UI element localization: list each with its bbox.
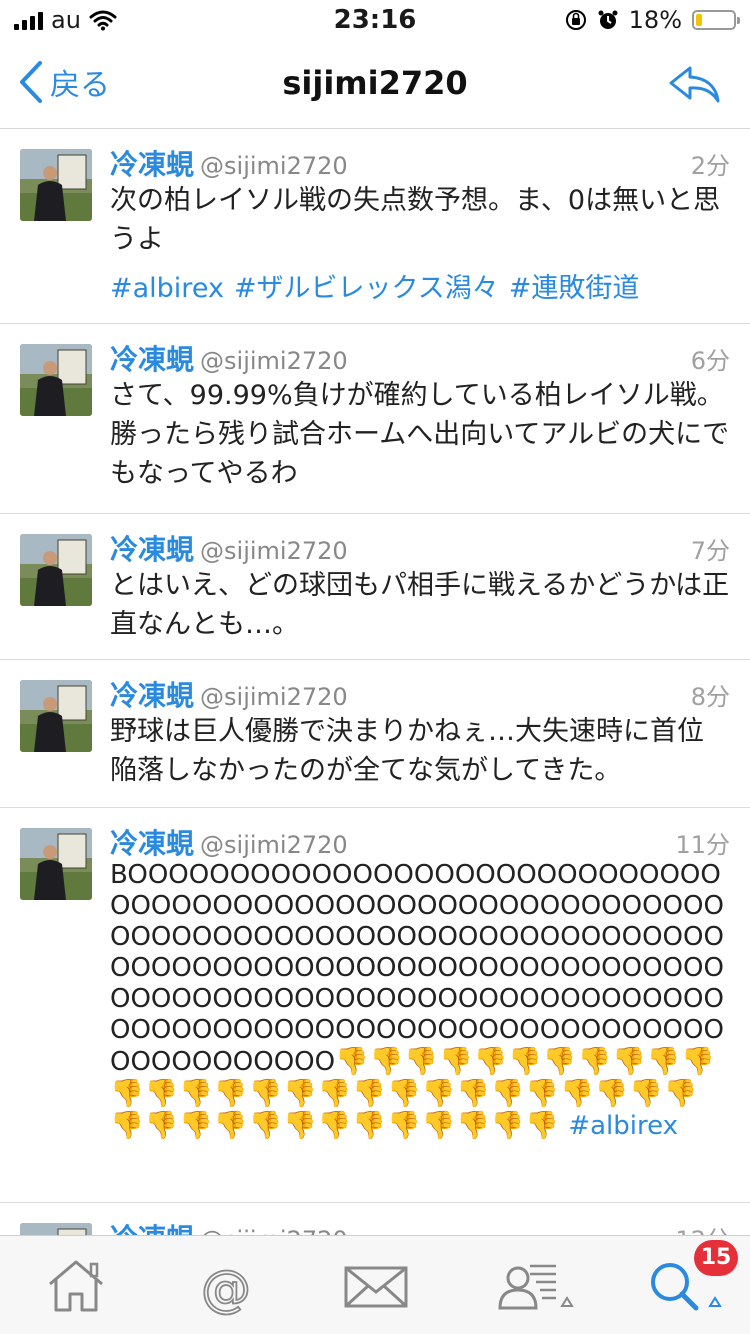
tweet[interactable]: 冷凍蜆 @sijimi2720 2分 次の柏レイソル戦の失点数予想。ま、0は無い…: [0, 129, 750, 324]
avatar[interactable]: [20, 534, 92, 606]
hashtag-link[interactable]: #albirex: [568, 1111, 678, 1141]
messages-icon: [344, 1266, 408, 1308]
tab-bar: @: [0, 1235, 750, 1334]
hashtag-link[interactable]: #ザルビレックス潟々: [234, 273, 499, 304]
tweet-time: 11分: [675, 831, 730, 859]
tab-accounts[interactable]: [490, 1256, 574, 1316]
tweet[interactable]: 冷凍蜆 @sijimi2720 7分 とはいえ、どの球団もパ相手に戦えるかどうか…: [0, 514, 750, 660]
tweet-text: 野球は巨人優勝で決まりかねぇ…大失速時に首位陥落しなかったのが全てな気がしてきた…: [110, 716, 704, 786]
hashtag-link[interactable]: #連敗街道: [509, 273, 640, 304]
user-handle: @sijimi2720: [200, 537, 348, 565]
tweet-text: 次の柏レイソル戦の失点数予想。ま、0は無いと思うよ: [110, 185, 721, 255]
tweet-text-body: BOOOOOOOOOOOOOOOOOOOOOOOOOOOOOOOOOOOOOOO…: [110, 860, 724, 1077]
mention-icon: @: [200, 1259, 252, 1319]
tweet-time: 12分: [675, 1220, 730, 1235]
battery-percent: 18%: [628, 6, 682, 34]
page-title: sijimi2720: [282, 64, 468, 102]
notification-badge: 15: [694, 1240, 738, 1276]
tweet-time: 8分: [690, 683, 730, 711]
tweet-body: 冷凍蜆 @sijimi2720 7分 とはいえ、どの球団もパ相手に戦えるかどうか…: [110, 528, 730, 644]
tweet-time: 6分: [690, 347, 730, 375]
tweet-body: 冷凍蜆 @sijimi2720 2分 次の柏レイソル戦の失点数予想。ま、0は無い…: [110, 143, 730, 308]
svg-text:@: @: [201, 1260, 251, 1316]
reply-button[interactable]: [668, 64, 720, 108]
tweet-text: さて、99.99%負けが確約している柏レイソル戦。勝ったら残り試合ホームへ出向い…: [110, 380, 730, 489]
tweet[interactable]: 冷凍蜆 @sijimi2720 6分 さて、99.99%負けが確約している柏レイ…: [0, 324, 750, 514]
orientation-lock-icon: [565, 10, 586, 30]
reply-icon: [669, 66, 720, 103]
status-right: 18%: [565, 6, 740, 34]
tweet[interactable]: 冷凍蜆 @sijimi2720 8分 野球は巨人優勝で決まりかねぇ…大失速時に首…: [0, 660, 750, 808]
status-bar: au 23:16 18%: [0, 0, 750, 40]
avatar[interactable]: [20, 344, 92, 416]
hashtag-link[interactable]: #albirex: [110, 273, 224, 304]
hashtags: #albirex #ザルビレックス潟々 #連敗街道: [110, 269, 730, 308]
tab-mentions[interactable]: @: [186, 1256, 266, 1319]
user-handle: @sijimi2720: [200, 683, 348, 711]
user-name[interactable]: 冷凍蜆: [110, 674, 194, 714]
tweet[interactable]: 冷凍蜆 @sijimi2720 12分: [0, 1203, 750, 1235]
tweet[interactable]: 冷凍蜆 @sijimi2720 11分 BOOOOOOOOOOOOOOOOOOO…: [0, 808, 750, 1203]
tweet-body: 冷凍蜆 @sijimi2720 8分 野球は巨人優勝で決まりかねぇ…大失速時に首…: [110, 674, 730, 790]
tweet-text: とはいえ、どの球団もパ相手に戦えるかどうかは正直なんとも…。: [110, 570, 730, 640]
battery-icon: [692, 10, 740, 30]
user-handle: @sijimi2720: [200, 347, 348, 375]
avatar[interactable]: [20, 828, 92, 900]
user-name[interactable]: 冷凍蜆: [110, 528, 194, 568]
tab-home[interactable]: [36, 1256, 116, 1316]
user-handle: @sijimi2720: [200, 1226, 348, 1235]
user-handle: @sijimi2720: [200, 152, 348, 180]
home-icon: [49, 1260, 103, 1312]
accounts-icon: [498, 1264, 574, 1310]
user-name[interactable]: 冷凍蜆: [110, 822, 194, 862]
user-name[interactable]: 冷凍蜆: [110, 1217, 194, 1235]
alarm-icon: [598, 10, 618, 29]
avatar[interactable]: [20, 1223, 92, 1235]
tweet-body: 冷凍蜆 @sijimi2720 11分 BOOOOOOOOOOOOOOOOOOO…: [110, 822, 730, 1142]
timeline[interactable]: 冷凍蜆 @sijimi2720 2分 次の柏レイソル戦の失点数予想。ま、0は無い…: [0, 129, 750, 1235]
navigation-bar: 戻る sijimi2720: [0, 40, 750, 129]
tweet-body: 冷凍蜆 @sijimi2720 6分 さて、99.99%負けが確約している柏レイ…: [110, 338, 730, 493]
tweet-time: 2分: [690, 152, 730, 180]
avatar[interactable]: [20, 149, 92, 221]
user-name[interactable]: 冷凍蜆: [110, 143, 194, 183]
user-name[interactable]: 冷凍蜆: [110, 338, 194, 378]
tweet-body: 冷凍蜆 @sijimi2720 12分: [110, 1217, 730, 1235]
avatar[interactable]: [20, 680, 92, 752]
tab-messages[interactable]: [336, 1256, 416, 1316]
user-handle: @sijimi2720: [200, 831, 348, 859]
tweet-time: 7分: [690, 537, 730, 565]
tweet-text: BOOOOOOOOOOOOOOOOOOOOOOOOOOOOOOOOOOOOOOO…: [110, 860, 730, 1142]
